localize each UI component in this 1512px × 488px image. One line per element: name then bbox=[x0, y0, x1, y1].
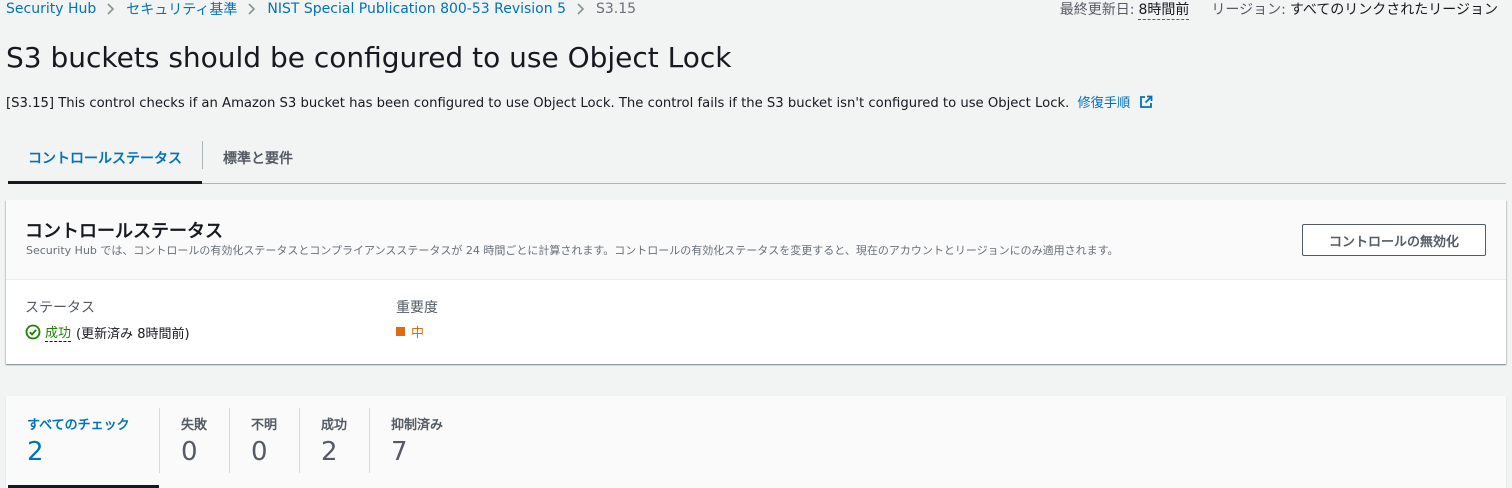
check-tab-passed[interactable]: 成功 2 bbox=[321, 408, 347, 472]
check-divider bbox=[299, 408, 300, 473]
check-tab-label: 不明 bbox=[251, 418, 278, 433]
external-link-icon bbox=[1139, 95, 1153, 113]
remediation-link[interactable]: 修復手順 bbox=[1077, 95, 1153, 113]
checks-summary-panel: すべてのチェック 2 失敗 0 不明 0 成功 2 抑制済み 7 bbox=[6, 396, 1506, 488]
check-tab-all[interactable]: すべてのチェック 2 bbox=[27, 408, 130, 472]
check-tab-count: 0 bbox=[181, 437, 198, 467]
check-tab-label: 抑制済み bbox=[391, 418, 444, 433]
disable-control-button[interactable]: コントロールの無効化 bbox=[1302, 224, 1486, 256]
description-text: [S3.15] This control checks if an Amazon… bbox=[6, 96, 1070, 111]
page-title: S3 buckets should be configured to use O… bbox=[6, 41, 732, 74]
page-meta: 最終更新日: 8時間前 リージョン: すべてのリンクされたリージョン bbox=[1060, 0, 1498, 20]
check-tab-label: 失敗 bbox=[181, 418, 208, 433]
check-tab-failed[interactable]: 失敗 0 bbox=[181, 408, 207, 472]
region-value: すべてのリンクされたリージョン bbox=[1289, 2, 1498, 18]
tab-standards-requirements[interactable]: 標準と要件 bbox=[203, 133, 313, 183]
region-label: リージョン: bbox=[1211, 2, 1286, 18]
check-tab-count: 7 bbox=[391, 437, 408, 467]
breadcrumb-security-standards[interactable]: セキュリティ基準 bbox=[126, 0, 237, 19]
check-circle-icon bbox=[25, 324, 41, 340]
status-value: 成功 (更新済み 8時間前) bbox=[25, 322, 190, 342]
control-status-title: コントロールステータス bbox=[25, 221, 223, 242]
check-tab-count: 0 bbox=[251, 437, 268, 467]
remediation-link-label: 修復手順 bbox=[1077, 96, 1131, 111]
check-tab-count: 2 bbox=[27, 437, 44, 467]
last-updated-label: 最終更新日: bbox=[1059, 2, 1135, 18]
status-updated-note: (更新済み 8時間前) bbox=[76, 326, 190, 342]
check-tab-suppressed[interactable]: 抑制済み 7 bbox=[391, 408, 443, 472]
control-status-subtitle: Security Hub では、コントロールの有効化ステータスとコンプライアンス… bbox=[26, 244, 1119, 257]
tab-control-status[interactable]: コントロールステータス bbox=[8, 133, 202, 184]
status-passed[interactable]: 成功 bbox=[45, 322, 72, 342]
last-updated-value[interactable]: 8時間前 bbox=[1138, 0, 1190, 20]
chevron-right-icon bbox=[107, 3, 115, 15]
check-tab-unknown[interactable]: 不明 0 bbox=[251, 408, 277, 472]
control-status-panel: コントロールステータス Security Hub では、コントロールの有効化ステ… bbox=[6, 200, 1506, 364]
check-divider bbox=[369, 408, 370, 473]
chevron-right-icon bbox=[248, 3, 256, 15]
severity-text: 中 bbox=[411, 326, 425, 341]
check-divider bbox=[159, 408, 160, 473]
check-tab-label: 成功 bbox=[321, 418, 348, 433]
control-description: [S3.15] This control checks if an Amazon… bbox=[6, 92, 1153, 113]
severity-medium-icon bbox=[396, 327, 405, 336]
top-bar: Security Hub セキュリティ基準 NIST Special Publi… bbox=[6, 0, 1498, 20]
status-label: ステータス bbox=[25, 300, 95, 316]
tab-bar: コントロールステータス 標準と要件 bbox=[8, 133, 1506, 184]
severity-value: 中 bbox=[396, 322, 424, 341]
breadcrumb-nist-standard[interactable]: NIST Special Publication 800-53 Revision… bbox=[267, 1, 566, 17]
check-tab-count: 2 bbox=[321, 437, 338, 467]
breadcrumb-security-hub[interactable]: Security Hub bbox=[6, 1, 96, 17]
check-tab-label: すべてのチェック bbox=[27, 418, 130, 433]
check-divider bbox=[229, 408, 230, 473]
chevron-right-icon bbox=[577, 3, 585, 15]
severity-label: 重要度 bbox=[396, 300, 438, 316]
control-status-body: ステータス 成功 (更新済み 8時間前) 重要度 中 bbox=[6, 280, 1506, 364]
breadcrumb-current: S3.15 bbox=[595, 1, 637, 17]
control-status-header: コントロールステータス Security Hub では、コントロールの有効化ステ… bbox=[6, 200, 1506, 280]
breadcrumb: Security Hub セキュリティ基準 NIST Special Publi… bbox=[6, 0, 636, 19]
